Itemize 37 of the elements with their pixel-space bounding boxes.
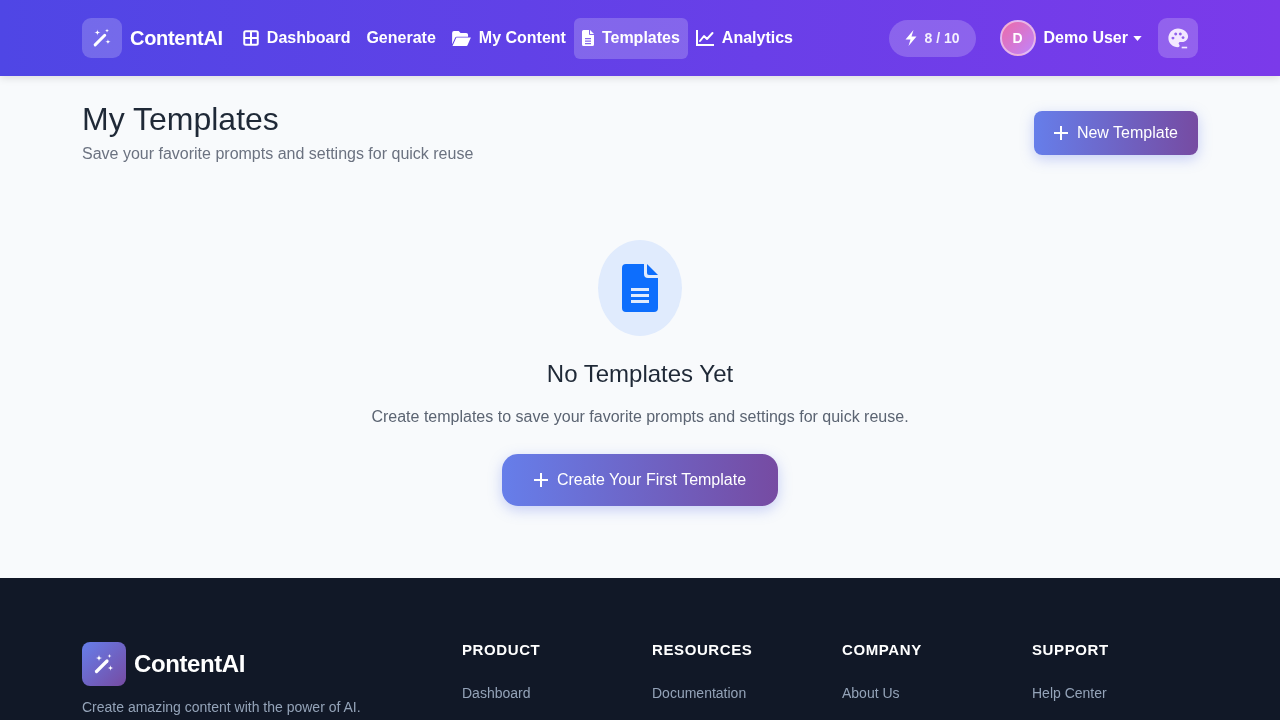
nav-link[interactable]: Dashboard xyxy=(234,17,359,59)
plus-icon xyxy=(1053,126,1068,140)
plus-icon xyxy=(533,473,548,487)
empty-state-text: Create templates to save your favorite prompts and settings for quick reuse. xyxy=(371,407,909,427)
user-menu-button[interactable]: Demo User xyxy=(1043,29,1142,47)
nav-link[interactable]: Generate xyxy=(358,17,444,59)
footer-link[interactable]: Documentation xyxy=(652,684,747,702)
nav-link[interactable]: Templates xyxy=(573,17,688,59)
nav-link[interactable]: Analytics xyxy=(687,17,801,59)
footer-link[interactable]: About Us xyxy=(842,684,900,702)
nav-link[interactable]: My Content xyxy=(443,17,574,59)
new-template-button[interactable]: New Template xyxy=(1033,111,1198,155)
line-chart-icon xyxy=(695,30,714,46)
footer-heading: COMPANY xyxy=(842,640,922,660)
palette-icon xyxy=(1167,27,1189,49)
grid-icon xyxy=(242,30,259,46)
lightning-bolt-icon xyxy=(905,30,918,46)
footer-heading: SUPPORT xyxy=(1032,640,1109,660)
document-icon xyxy=(581,30,594,46)
page-subtitle: Save your favorite prompts and settings for quick reuse xyxy=(82,144,474,164)
user-avatar: D xyxy=(999,20,1036,56)
footer-brand-name: ContentAI xyxy=(134,650,246,678)
theme-button[interactable] xyxy=(1158,18,1198,58)
footer-tagline: Create amazing content with the power of AI. xyxy=(82,698,362,716)
wand-sparkles-icon xyxy=(82,642,126,686)
footer-link[interactable]: Help Center xyxy=(1032,684,1107,702)
wand-sparkles-icon xyxy=(82,18,122,58)
footer-link[interactable]: Dashboard xyxy=(462,684,531,702)
footer-heading: PRODUCT xyxy=(462,640,541,660)
brand-link[interactable]: ContentAI xyxy=(130,26,223,50)
credits-count: 8 / 10 xyxy=(924,30,960,46)
page-title: My Templates xyxy=(82,100,280,138)
empty-state-title: No Templates Yet xyxy=(546,359,734,388)
folder-icon xyxy=(451,30,471,46)
create-template-button[interactable]: Create Your First Template xyxy=(501,454,779,506)
caret-down-icon xyxy=(1133,35,1142,41)
footer-heading: RESOURCES xyxy=(652,640,753,660)
